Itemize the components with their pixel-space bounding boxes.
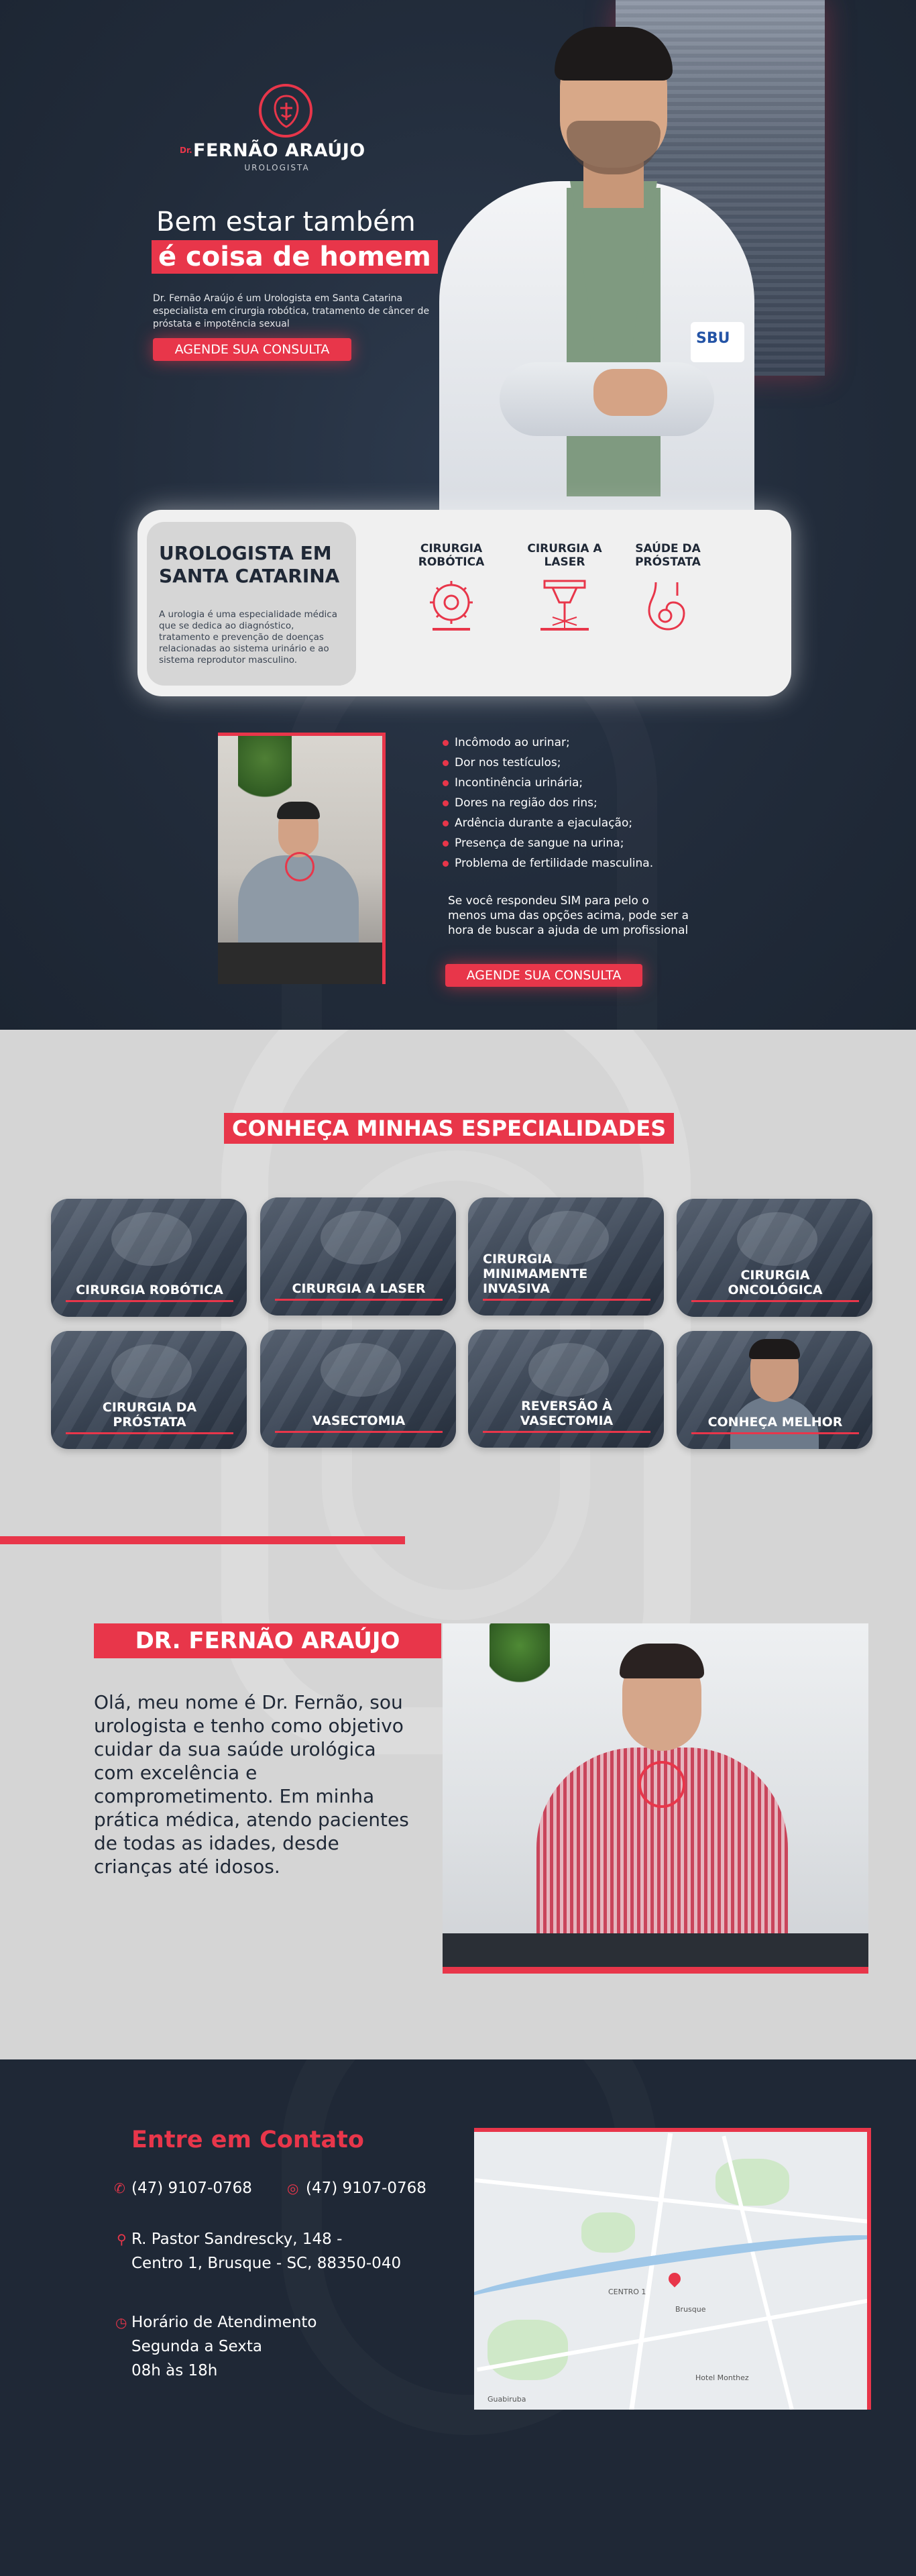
symptom-item: Ardência durante a ejaculação;: [443, 813, 724, 833]
hero-title-highlight: é coisa de homem: [152, 240, 438, 274]
symptom-item: Problema de fertilidade masculina.: [443, 853, 724, 873]
about-title: DR. FERNÃO ARAÚJO: [94, 1623, 441, 1658]
map-river: [474, 2222, 867, 2316]
specialties-title: CONHEÇA MINHAS ESPECIALIDADES: [224, 1113, 675, 1144]
whatsapp-icon: ◎: [287, 2180, 299, 2196]
symptom-list: Incômodo ao urinar; Dor nos testículos; …: [443, 733, 724, 873]
coat-patch: SBU: [691, 322, 744, 362]
divider-accent-left: [0, 1536, 405, 1544]
location-pin-icon: ⚲: [117, 2231, 127, 2247]
specialty-tile-oncologic-surgery[interactable]: CIRURGIA ONCOLÓGICA: [677, 1199, 872, 1317]
logo-subtitle: UROLOGISTA: [244, 163, 310, 172]
logo-mark-icon: [259, 84, 312, 138]
contact-title: Entre em Contato: [131, 2127, 364, 2153]
hero-title: Bem estar também: [156, 207, 416, 237]
specialty-tile-vasectomy-reversal[interactable]: REVERSÃO À VASECTOMIA: [468, 1330, 664, 1448]
service-robotic-surgery[interactable]: CIRURGIA ROBÓTICA: [401, 542, 502, 635]
doctor-portrait-photo: [443, 1623, 868, 1967]
about-text: Olá, meu nome é Dr. Fernão, sou urologis…: [94, 1691, 409, 1878]
address-line-1: R. Pastor Sandrescky, 148 -: [131, 2231, 343, 2248]
service-laser-surgery[interactable]: CIRURGIA A LASER: [514, 542, 615, 635]
brand-logo[interactable]: Dr. FERNÃO ARAÚJO UROLOGISTA: [180, 84, 374, 172]
specialty-tile-minimally-invasive[interactable]: CIRURGIA MINIMAMENTE INVASIVA: [468, 1197, 664, 1316]
specialty-tile-robotic-surgery[interactable]: CIRURGIA ROBÓTICA: [51, 1199, 247, 1317]
prostate-icon: [648, 582, 685, 631]
service-prostate-health[interactable]: SAÚDE DA PRÓSTATA: [618, 542, 718, 635]
logo-name: FERNÃO ARAÚJO: [193, 140, 365, 161]
specialty-summary: UROLOGISTA EM SANTA CATARINA A urologia …: [147, 522, 356, 686]
card-title: UROLOGISTA EM SANTA CATARINA: [159, 542, 340, 587]
specialty-tile-prostate-surgery[interactable]: CIRURGIA DA PRÓSTATA: [51, 1331, 247, 1449]
photo-accent-bar: [443, 1967, 868, 1974]
services-card: UROLOGISTA EM SANTA CATARINA A urologia …: [137, 510, 791, 696]
clock-icon: ◷: [115, 2314, 127, 2330]
laser-surgery-icon: [540, 580, 589, 631]
symptom-item: Incômodo ao urinar;: [443, 733, 724, 753]
map-label: CENTRO 1: [608, 2288, 646, 2296]
symptom-question: Se você respondeu SIM para pelo o menos …: [448, 894, 689, 937]
hero-section: SBU Dr. FERNÃO ARAÚJO UROLOGISTA Bem est…: [0, 0, 916, 1030]
map-label: Guabiruba: [488, 2395, 526, 2404]
map-label: Brusque: [675, 2305, 706, 2314]
whatsapp-link[interactable]: (47) 9107-0768: [306, 2176, 426, 2200]
phone-link[interactable]: (47) 9107-0768: [131, 2176, 252, 2200]
hours-time: 08h às 18h: [131, 2362, 218, 2379]
symptom-item: Dores na região dos rins;: [443, 793, 724, 813]
hours-title: Horário de Atendimento: [131, 2314, 317, 2331]
doctor-hero-photo: SBU: [439, 27, 754, 510]
symptom-item: Presença de sangue na urina;: [443, 833, 724, 853]
map-label: Hotel Monthez: [695, 2373, 749, 2382]
hours-days: Segunda a Sexta: [131, 2338, 262, 2355]
phone-icon: ✆: [114, 2180, 125, 2196]
symptom-item: Dor nos testículos;: [443, 753, 724, 773]
photo-frame-accent: [218, 733, 386, 984]
robotic-surgery-icon: [430, 581, 473, 631]
location-map[interactable]: Brusque CENTRO 1 Guabiruba Hotel Monthez: [474, 2128, 871, 2410]
schedule-appointment-button-2[interactable]: AGENDE SUA CONSULTA: [445, 964, 642, 987]
card-text: A urologia é uma especialidade médica qu…: [159, 609, 337, 665]
symptom-item: Incontinência urinária;: [443, 773, 724, 793]
address-line-2: Centro 1, Brusque - SC, 88350-040: [131, 2255, 402, 2272]
specialty-tile-know-more[interactable]: CONHEÇA MELHOR: [677, 1331, 872, 1449]
logo-prefix: Dr.: [180, 146, 192, 155]
specialty-tile-laser-surgery[interactable]: CIRURGIA A LASER: [260, 1197, 456, 1316]
schedule-appointment-button[interactable]: AGENDE SUA CONSULTA: [153, 338, 351, 361]
hero-description: Dr. Fernão Araújo é um Urologista em San…: [153, 293, 430, 329]
contact-section: Entre em Contato ✆ (47) 9107-0768 ◎ (47)…: [0, 2059, 916, 2576]
specialty-tile-vasectomy[interactable]: VASECTOMIA: [260, 1330, 456, 1448]
